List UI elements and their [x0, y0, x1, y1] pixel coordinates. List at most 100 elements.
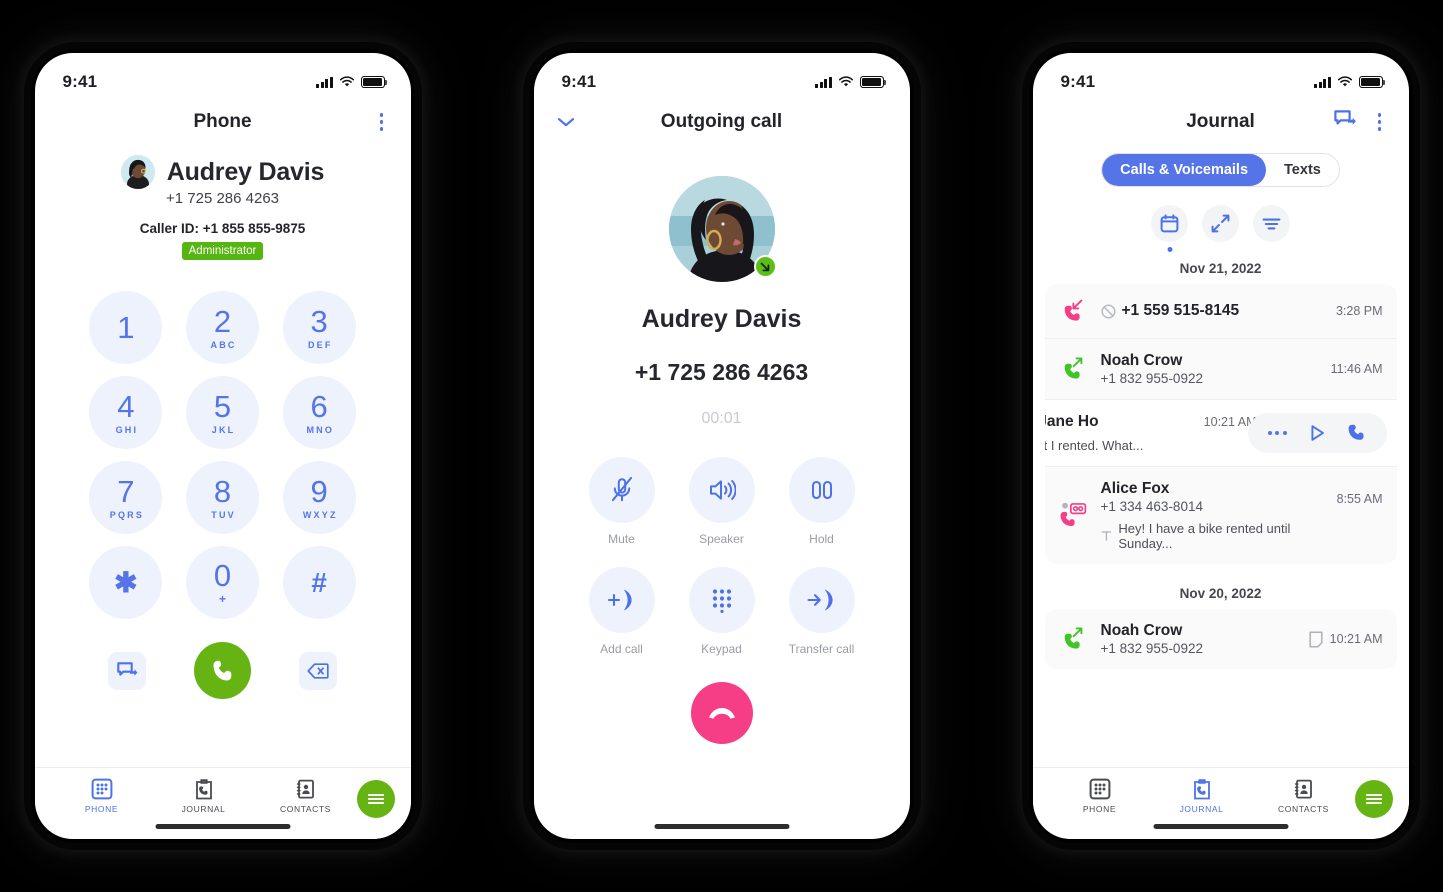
- phone-frame-journal: 9:41 Journal Calls & Voicemails Texts No…: [1028, 49, 1413, 843]
- key-digit: #: [311, 566, 327, 598]
- row-preview-text: the helmet I rented. What...: [1045, 438, 1144, 453]
- dialpad: 1 2 ABC 3 DEF 4 GHI 5 JKL 6 MNO 7 PQRS 8 TUV 9W…: [78, 291, 368, 619]
- key-letters: WXYZ: [302, 509, 338, 520]
- dialpad-key-hash[interactable]: #: [282, 546, 356, 619]
- call-button[interactable]: [194, 642, 251, 699]
- menu-fab-button[interactable]: [1354, 780, 1393, 818]
- journal-clipboard-icon: [195, 779, 212, 800]
- dialpad-key-5[interactable]: 5 JKL: [185, 376, 259, 449]
- sidebar-item-journal[interactable]: JOURNAL: [153, 778, 255, 814]
- note-icon: [1309, 630, 1323, 648]
- status-icons: [316, 76, 387, 88]
- navbar-actions: [373, 111, 391, 133]
- key-letters: TUV: [211, 509, 236, 520]
- cellular-signal-icon: [316, 76, 333, 88]
- dialer-contact-row: Audrey Davis: [35, 155, 411, 189]
- status-bar: 9:41: [534, 53, 910, 99]
- row-title: Noah Crow: [1101, 352, 1321, 370]
- sidebar-item-phone[interactable]: PHONE: [1049, 778, 1151, 814]
- table-row[interactable]: Alice Fox +1 334 463-8014 Hey! I have a …: [1045, 467, 1397, 564]
- sidebar-item-contacts[interactable]: CONTACTS: [1253, 778, 1355, 814]
- date-separator: Nov 20, 2022: [1179, 586, 1262, 601]
- hold-button[interactable]: Hold: [788, 457, 855, 546]
- filter-lines-icon: [1262, 218, 1281, 229]
- direction-arrows-icon: [1211, 214, 1230, 233]
- call-back-button[interactable]: [1348, 423, 1367, 443]
- row-name-text: Noah Crow: [1100, 352, 1183, 369]
- dialpad-key-8[interactable]: 8 TUV: [185, 461, 259, 534]
- battery-icon: [360, 76, 387, 88]
- dialpad-key-3[interactable]: 3 DEF: [282, 291, 356, 364]
- message-forward-button[interactable]: [108, 651, 146, 690]
- dialer-contact-number: +1 725 286 4263: [165, 190, 280, 207]
- transfer-call-button-circle: [788, 567, 855, 633]
- key-digit: 8: [213, 473, 232, 509]
- table-row[interactable]: Noah Crow +1 832 955-0922 10:21 AM: [1045, 609, 1397, 669]
- phone-screen-journal: 9:41 Journal Calls & Voicemails Texts No…: [1032, 53, 1409, 839]
- keypad-button[interactable]: Keypad: [688, 567, 755, 656]
- dialpad-key-7[interactable]: 7 PQRS: [89, 461, 163, 534]
- outgoing-arrow-icon: [753, 255, 777, 278]
- row-title: Alice Fox: [1101, 480, 1327, 498]
- direction-filter-button[interactable]: [1202, 205, 1239, 242]
- blocked-icon: [1100, 303, 1116, 319]
- kebab-menu-icon[interactable]: [1371, 111, 1389, 133]
- control-label: Transfer call: [788, 642, 855, 656]
- new-message-button[interactable]: [1333, 110, 1357, 134]
- dialpad-key-2[interactable]: 2 ABC: [185, 291, 259, 364]
- date-separator: Nov 21, 2022: [1179, 261, 1262, 276]
- navbar-actions: [1333, 110, 1389, 134]
- page-title: Phone: [193, 111, 252, 132]
- wifi-icon: [1337, 76, 1352, 87]
- row-preview-text: Hey! I have a bike rented until Sunday..…: [1118, 521, 1291, 551]
- contact-avatar: [120, 155, 155, 189]
- control-label: Speaker: [699, 532, 744, 546]
- dialpad-key-4[interactable]: 4 GHI: [89, 376, 163, 449]
- key-digit: 9: [310, 473, 328, 509]
- sort-filter-button[interactable]: [1253, 205, 1290, 242]
- caller-avatar-wrap: [668, 176, 777, 282]
- dialpad-key-0[interactable]: 0 +: [185, 546, 259, 619]
- tab-texts[interactable]: Texts: [1266, 154, 1339, 186]
- wifi-icon: [339, 76, 354, 87]
- menu-fab-button[interactable]: [356, 780, 395, 818]
- play-voicemail-button[interactable]: [1309, 424, 1326, 442]
- more-options-button[interactable]: [1267, 431, 1287, 435]
- status-time: 9:41: [62, 72, 98, 91]
- journal-scroll-area[interactable]: Nov 21, 2022 +1 559 515-8145 3:28 PM Noa…: [1033, 242, 1409, 708]
- backspace-button[interactable]: [299, 651, 337, 690]
- transfer-call-button[interactable]: Transfer call: [788, 567, 855, 656]
- row-time-wrap: 10:21 AM: [1309, 630, 1383, 648]
- key-digit: 2: [213, 303, 232, 339]
- end-call-button[interactable]: [690, 682, 753, 744]
- dialpad-key-9[interactable]: 9 WXYZ: [282, 461, 356, 534]
- role-badge-wrap: Administrator: [35, 241, 411, 260]
- sidebar-item-journal[interactable]: JOURNAL: [1151, 778, 1253, 814]
- mute-button-circle: [588, 457, 655, 523]
- speaker-button[interactable]: Speaker: [688, 457, 755, 546]
- contacts-book-icon: [1294, 779, 1312, 799]
- table-row[interactable]: Noah Crow +1 832 955-0922 11:46 AM: [1044, 339, 1397, 400]
- call-icon: [213, 660, 231, 680]
- key-digit: 7: [117, 473, 135, 509]
- add-call-button[interactable]: Add call: [588, 567, 655, 656]
- dialer-navbar: Phone: [35, 99, 411, 145]
- tab-calls-voicemails[interactable]: Calls & Voicemails: [1102, 154, 1267, 186]
- dialpad-key-6[interactable]: 6 MNO: [282, 376, 356, 449]
- dialpad-key-1[interactable]: 1: [89, 291, 163, 364]
- sidebar-item-contacts[interactable]: CONTACTS: [255, 778, 357, 814]
- mute-button[interactable]: Mute: [588, 457, 655, 546]
- call-contact-number: +1 725 286 4263: [634, 359, 809, 385]
- cellular-signal-icon: [815, 76, 832, 88]
- kebab-menu-icon[interactable]: [373, 111, 391, 133]
- calendar-filter-button[interactable]: [1151, 205, 1188, 252]
- play-icon: [1310, 425, 1324, 441]
- row-title: y-Jane Ho: [1045, 413, 1194, 431]
- row-number: +1 832 955-0922: [1100, 371, 1203, 386]
- segmented-control: Calls & Voicemails Texts: [1101, 153, 1340, 187]
- table-row[interactable]: +1 559 515-8145 3:28 PM: [1044, 284, 1397, 339]
- table-row-swiped[interactable]: y-Jane Ho 10:21 AM the helmet I rented. …: [1044, 400, 1397, 467]
- dialpad-key-star[interactable]: ✱: [89, 546, 163, 619]
- sidebar-item-phone[interactable]: PHONE: [51, 778, 153, 814]
- collapse-call-button[interactable]: [556, 116, 576, 128]
